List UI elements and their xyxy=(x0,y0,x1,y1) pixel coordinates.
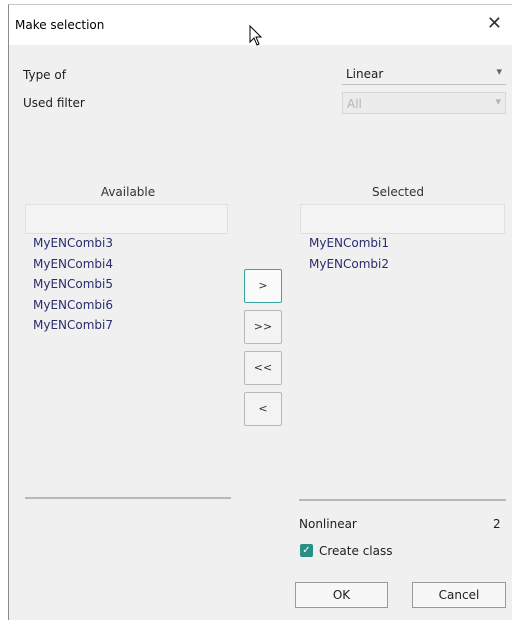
ok-button[interactable]: OK xyxy=(295,582,388,608)
chevron-down-icon: ▾ xyxy=(495,95,501,108)
list-item[interactable]: MyENCombi6 xyxy=(33,295,113,316)
available-list-bottom-divider xyxy=(25,497,231,499)
create-class-checkbox[interactable]: ✓ xyxy=(300,544,313,557)
filter-dropdown-value: All xyxy=(347,97,362,111)
cancel-button[interactable]: Cancel xyxy=(412,582,506,608)
list-item[interactable]: MyENCombi4 xyxy=(33,254,113,275)
list-item[interactable]: MyENCombi3 xyxy=(33,233,113,254)
selected-filter-input[interactable] xyxy=(300,204,505,234)
list-item[interactable]: MyENCombi2 xyxy=(309,254,389,275)
add-selected-button[interactable]: > xyxy=(244,269,282,303)
title-bar: Make selection ✕ xyxy=(9,5,512,46)
remove-all-button[interactable]: << xyxy=(244,351,282,385)
list-item[interactable]: MyENCombi1 xyxy=(309,233,389,254)
available-header: Available xyxy=(100,185,156,199)
available-list[interactable]: MyENCombi3 MyENCombi4 MyENCombi5 MyENCom… xyxy=(33,233,113,336)
available-filter-input[interactable] xyxy=(25,204,228,234)
list-item[interactable]: MyENCombi7 xyxy=(33,315,113,336)
list-item[interactable]: MyENCombi5 xyxy=(33,274,113,295)
type-dropdown-value: Linear xyxy=(346,67,384,81)
selected-list[interactable]: MyENCombi1 MyENCombi2 xyxy=(309,233,389,274)
selected-list-bottom-divider xyxy=(299,499,506,501)
close-icon[interactable]: ✕ xyxy=(487,14,502,34)
dialog-title: Make selection xyxy=(15,18,105,32)
mouse-cursor-icon xyxy=(249,25,263,46)
filter-dropdown[interactable]: All ▾ xyxy=(342,92,506,114)
type-dropdown[interactable]: Linear ▾ xyxy=(342,63,506,85)
selected-header: Selected xyxy=(371,185,425,199)
add-all-button[interactable]: >> xyxy=(244,310,282,344)
summary-label: Nonlinear xyxy=(299,517,357,531)
remove-selected-button[interactable]: < xyxy=(244,392,282,426)
summary-count: 2 xyxy=(493,517,501,531)
make-selection-dialog: Make selection ✕ Type of Linear ▾ Used f… xyxy=(8,4,512,620)
create-class-label[interactable]: Create class xyxy=(319,544,392,558)
type-label: Type of xyxy=(23,68,66,82)
chevron-down-icon: ▾ xyxy=(496,65,502,78)
filter-label: Used filter xyxy=(23,96,85,110)
